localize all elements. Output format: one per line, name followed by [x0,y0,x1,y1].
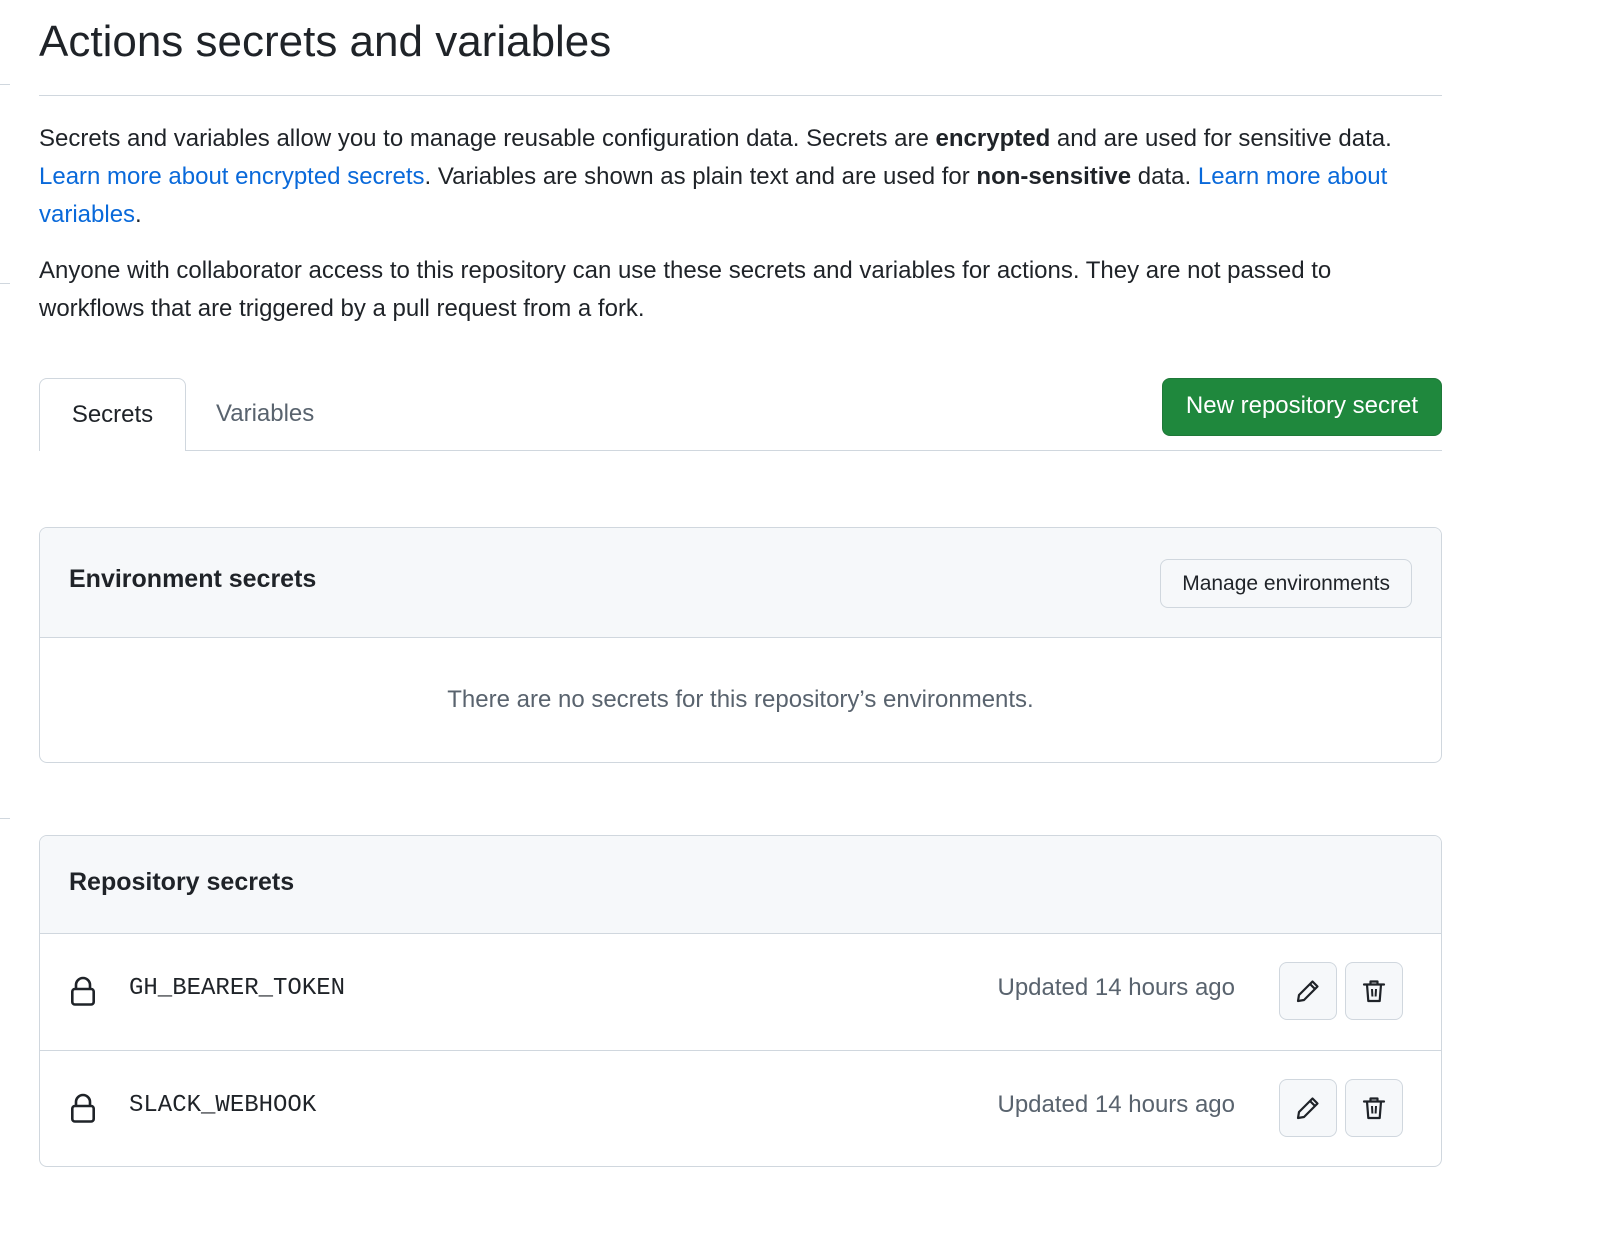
tab-bar: Secrets Variables New repository secret [39,378,1442,451]
tab-secrets[interactable]: Secrets [39,378,186,451]
environment-secrets-panel: Environment secrets Manage environments … [39,527,1442,763]
delete-secret-button[interactable] [1345,962,1403,1020]
intro-text: Secrets and variables allow you to manag… [39,125,936,152]
lock-icon [70,976,95,1006]
pencil-icon [1296,1097,1319,1120]
lock-icon [70,1093,95,1123]
edge-divider [0,818,10,819]
intro-paragraph: Secrets and variables allow you to manag… [39,120,1442,234]
pencil-icon [1296,980,1319,1003]
intro-text: . Variables are shown as plain text and … [424,163,977,190]
secret-row: GH_BEARER_TOKEN Updated 14 hours ago [40,934,1441,1050]
edit-secret-button[interactable] [1279,1079,1337,1137]
edit-secret-button[interactable] [1279,962,1337,1020]
edge-divider [0,84,10,85]
tab-variables[interactable]: Variables [216,378,346,450]
intro-text: . [135,201,142,228]
repository-secrets-panel: Repository secrets GH_BEARER_TOKEN Updat… [39,835,1442,1167]
manage-environments-button[interactable]: Manage environments [1160,559,1412,608]
repository-secrets-title: Repository secrets [69,868,295,896]
access-note: Anyone with collaborator access to this … [39,257,1332,322]
new-repository-secret-button[interactable]: New repository secret [1161,378,1442,436]
intro-text: data. [1131,163,1198,190]
main-content: Actions secrets and variables Secrets an… [39,0,1442,1167]
page: Actions secrets and variables Secrets an… [0,0,1612,1243]
learn-more-secrets-link[interactable]: Learn more about encrypted secrets [39,163,425,190]
secret-updated-time: Updated 14 hours ago [997,1091,1235,1118]
trash-icon [1362,980,1386,1003]
empty-state-message: There are no secrets for this repository… [447,686,1034,713]
secret-name: GH_BEARER_TOKEN [129,975,346,1002]
repository-secrets-header: Repository secrets [40,836,1441,934]
environment-secrets-title: Environment secrets [69,565,317,593]
page-title: Actions secrets and variables [39,0,1442,96]
secret-updated-time: Updated 14 hours ago [997,974,1235,1001]
delete-secret-button[interactable] [1345,1079,1403,1137]
intro-bold-non-sensitive: non-sensitive [976,163,1132,190]
intro-text: and are used for sensitive data. [1050,125,1392,152]
secret-row: SLACK_WEBHOOK Updated 14 hours ago [40,1050,1441,1166]
trash-icon [1362,1097,1386,1120]
edge-divider [0,283,10,284]
intro-bold-encrypted: encrypted [935,125,1051,152]
secret-name: SLACK_WEBHOOK [129,1092,317,1119]
environment-secrets-header: Environment secrets Manage environments [40,528,1441,638]
